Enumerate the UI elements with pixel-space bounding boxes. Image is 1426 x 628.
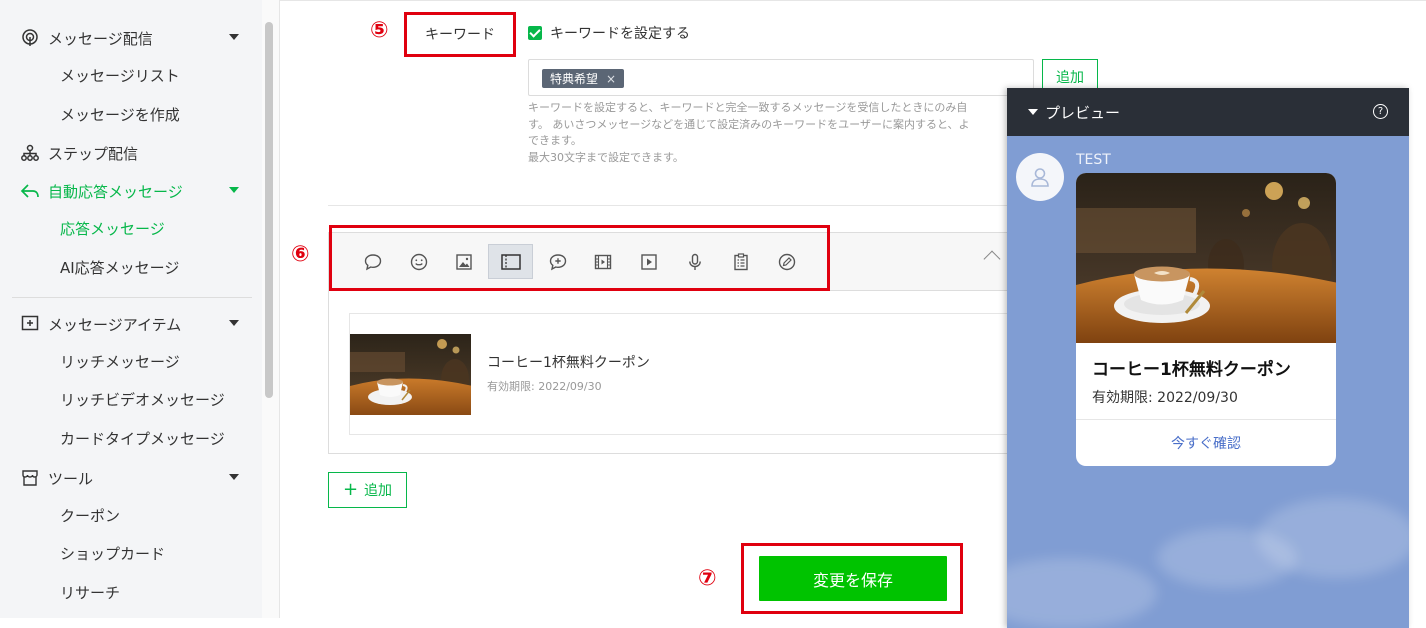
- preview-panel: プレビュー ? TEST コーヒー1杯無料クーポン 有効期限: 2022/09/…: [1007, 88, 1409, 628]
- keyword-checkbox[interactable]: [528, 26, 542, 40]
- coupon-card[interactable]: コーヒー1杯無料クーポン 有効期限: 2022/09/30: [349, 313, 1029, 435]
- preview-title: プレビュー: [1045, 104, 1121, 122]
- help-line: キーワードを設定すると、キーワードと完全一致するメッセージを受信したときにのみ自: [528, 101, 968, 114]
- nav-auto-response-label: 自動応答メッセージ: [48, 182, 183, 201]
- nav-step-delivery-label: ステップ配信: [48, 144, 139, 163]
- store-icon: [20, 468, 40, 488]
- sidebar-divider: [12, 297, 252, 298]
- chevron-down-icon[interactable]: [1028, 109, 1038, 115]
- nav-auto-response[interactable]: 自動応答メッセージ: [0, 174, 262, 208]
- user-icon: [1031, 168, 1049, 187]
- help-line: 最大30文字まで設定できます。: [528, 150, 684, 164]
- keyword-tag: 特典希望 ×: [542, 69, 625, 88]
- nav-card-type-message[interactable]: カードタイプメッセージ: [60, 424, 225, 454]
- help-line: す。 あいさつメッセージなどを通じて設定済みのキーワードをユーザーに案内すると、…: [528, 117, 970, 131]
- preview-header[interactable]: プレビュー ?: [1007, 88, 1409, 136]
- keyword-checkbox-label[interactable]: キーワードを設定する: [550, 23, 690, 43]
- section-divider: [328, 205, 1008, 206]
- nav-step-delivery[interactable]: ステップ配信: [0, 136, 262, 170]
- add-message-label: 追加: [364, 483, 393, 499]
- sidebar: メッセージ配信 メッセージリスト メッセージを作成 ステップ配信 自動応答メッセ…: [0, 0, 262, 618]
- annotation-five: ⑤: [370, 18, 389, 43]
- add-box-icon: [20, 314, 40, 334]
- sidebar-scrollbar[interactable]: [262, 0, 280, 618]
- nav-tools[interactable]: ツール: [0, 461, 262, 495]
- annotation-box-toolbar: [329, 225, 830, 291]
- annotation-seven: ⑦: [698, 566, 717, 591]
- nav-rich-message[interactable]: リッチメッセージ: [60, 347, 180, 377]
- chevron-down-icon[interactable]: [229, 187, 239, 193]
- coupon-expiry: 有効期限: 2022/09/30: [487, 380, 602, 393]
- chevron-down-icon[interactable]: [229, 320, 239, 326]
- preview-coupon-image: [1076, 173, 1336, 343]
- reply-icon: [20, 181, 40, 201]
- nav-shop-card[interactable]: ショップカード: [60, 539, 165, 569]
- nav-create-message[interactable]: メッセージを作成: [60, 100, 180, 130]
- nav-tools-label: ツール: [48, 469, 94, 488]
- keyword-tag-label: 特典希望: [550, 72, 599, 86]
- keyword-help-text: キーワードを設定すると、キーワードと完全一致するメッセージを受信したときにのみ自…: [528, 100, 1008, 166]
- coupon-title: コーヒー1杯無料クーポン: [487, 355, 650, 371]
- nav-message-items[interactable]: メッセージアイテム: [0, 307, 262, 341]
- avatar: [1016, 153, 1064, 201]
- broadcast-icon: [20, 28, 40, 48]
- scrollbar-thumb[interactable]: [265, 22, 273, 398]
- preview-card-divider: [1076, 419, 1336, 420]
- nav-message-delivery-label: メッセージ配信: [48, 29, 153, 48]
- plus-icon: +: [342, 479, 359, 500]
- nav-coupon[interactable]: クーポン: [60, 501, 120, 531]
- preview-sender: TEST: [1076, 152, 1111, 168]
- save-button[interactable]: 変更を保存: [759, 556, 947, 601]
- background-cloud: [1257, 498, 1409, 578]
- nav-message-list[interactable]: メッセージリスト: [60, 61, 180, 91]
- preview-card-expiry: 有効期限: 2022/09/30: [1092, 390, 1238, 406]
- nav-research[interactable]: リサーチ: [60, 578, 120, 608]
- nav-message-delivery[interactable]: メッセージ配信: [0, 21, 262, 55]
- keyword-label: キーワード: [425, 27, 495, 43]
- nav-ai-response[interactable]: AI応答メッセージ: [60, 253, 179, 283]
- chevron-up-icon[interactable]: [983, 250, 1001, 268]
- close-icon[interactable]: ×: [606, 72, 616, 86]
- preview-coupon-bubble[interactable]: コーヒー1杯無料クーポン 有効期限: 2022/09/30 今すぐ確認: [1076, 173, 1336, 466]
- chevron-down-icon[interactable]: [229, 34, 239, 40]
- preview-card-link[interactable]: 今すぐ確認: [1076, 433, 1336, 453]
- nav-response-message[interactable]: 応答メッセージ: [60, 214, 165, 244]
- coupon-thumbnail: [350, 334, 471, 415]
- add-message-button[interactable]: + 追加: [328, 472, 407, 508]
- keyword-input[interactable]: 特典希望 ×: [528, 59, 1034, 96]
- annotation-six: ⑥: [291, 242, 310, 267]
- nav-message-items-label: メッセージアイテム: [48, 315, 182, 334]
- top-border: [280, 0, 1426, 3]
- preview-card-title: コーヒー1杯無料クーポン: [1092, 360, 1291, 380]
- help-icon[interactable]: ?: [1373, 104, 1388, 119]
- nav-rich-video-message[interactable]: リッチビデオメッセージ: [60, 385, 225, 415]
- help-line: できます。: [528, 134, 582, 147]
- hierarchy-icon: [20, 143, 40, 163]
- chevron-down-icon[interactable]: [229, 474, 239, 480]
